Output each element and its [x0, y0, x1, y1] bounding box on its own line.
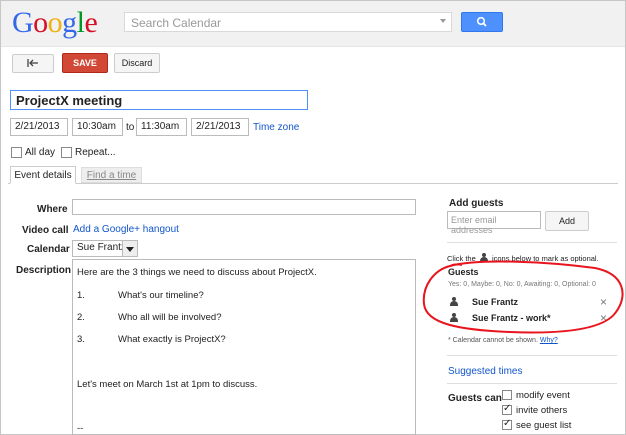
invite-others-label: invite others	[516, 405, 568, 416]
top-bar: Google Search Calendar	[1, 1, 625, 47]
calendar-note: * Calendar cannot be shown. Why?	[448, 337, 558, 344]
description-line: 2.	[77, 312, 85, 323]
calendar-note-text: * Calendar cannot be shown.	[448, 337, 538, 344]
to-label: to	[126, 122, 135, 133]
calendar-label: Calendar	[27, 244, 70, 255]
description-line: Let's meet on March 1st at 1pm to discus…	[77, 379, 258, 390]
permissions-divider	[447, 383, 617, 384]
search-placeholder: Search Calendar	[131, 16, 222, 30]
suggested-times-link[interactable]: Suggested times	[448, 366, 523, 377]
back-button[interactable]	[12, 54, 54, 73]
tab-event-details[interactable]: Event details	[10, 166, 76, 184]
search-options-dropdown-icon[interactable]	[440, 19, 446, 23]
guests-divider	[447, 242, 617, 243]
description-line: --	[77, 423, 84, 434]
add-hangout-link[interactable]: Add a Google+ hangout	[73, 224, 179, 235]
repeat-label: Repeat...	[75, 147, 116, 158]
description-line: What exactly is ProjectX?	[118, 334, 226, 345]
guest-email-input[interactable]: Enter email addresses	[447, 211, 541, 235]
discard-button[interactable]: Discard	[114, 53, 160, 73]
back-to-calendar-icon	[27, 59, 38, 67]
why-link[interactable]: Why?	[540, 337, 558, 344]
video-call-label: Video call	[22, 225, 69, 236]
where-label: Where	[37, 204, 68, 215]
calendar-select-value: Sue Frantz	[77, 242, 126, 253]
tabs-divider	[8, 183, 618, 184]
add-guests-title: Add guests	[449, 198, 504, 209]
annotation-circle	[422, 260, 624, 334]
tab-find-a-time[interactable]: Find a time	[81, 167, 142, 183]
description-line: Who all will be involved?	[118, 312, 222, 323]
add-guest-button[interactable]: Add	[545, 211, 589, 231]
description-line: 1.	[77, 290, 85, 301]
all-day-label: All day	[25, 147, 56, 158]
description-line: Here are the 3 things we need to discuss…	[77, 267, 317, 278]
search-icon	[476, 16, 487, 27]
timezone-link[interactable]: Time zone	[253, 122, 299, 133]
description-textarea[interactable]: Here are the 3 things we need to discuss…	[72, 259, 416, 435]
modify-event-label: modify event	[516, 390, 570, 401]
start-time-input[interactable]: 10:30am	[72, 118, 123, 136]
search-button[interactable]	[461, 12, 503, 32]
modify-event-checkbox[interactable]	[502, 390, 512, 400]
event-title-input[interactable]: ProjectX meeting	[10, 90, 308, 110]
guests-can-label: Guests can	[448, 393, 502, 404]
chevron-down-icon	[122, 241, 137, 256]
see-guest-list-checkbox[interactable]	[502, 418, 512, 430]
description-line: 3.	[77, 334, 85, 345]
end-time-input[interactable]: 11:30am	[136, 118, 187, 136]
see-guest-list-label: see guest list	[516, 420, 572, 431]
where-input[interactable]	[72, 199, 416, 215]
calendar-select[interactable]: Sue Frantz	[72, 240, 138, 257]
description-label: Description	[16, 265, 72, 276]
google-logo[interactable]: Google	[12, 6, 98, 40]
invite-others-checkbox[interactable]	[502, 403, 512, 415]
all-day-checkbox[interactable]	[11, 147, 22, 158]
search-input[interactable]: Search Calendar	[124, 12, 452, 32]
end-date-input[interactable]: 2/21/2013	[191, 118, 249, 136]
event-title-text: ProjectX meeting	[16, 93, 123, 108]
save-button[interactable]: SAVE	[62, 53, 108, 73]
repeat-checkbox[interactable]	[61, 147, 72, 158]
description-line: What's our timeline?	[118, 290, 204, 301]
start-date-input[interactable]: 2/21/2013	[10, 118, 68, 136]
suggested-divider	[447, 355, 617, 356]
